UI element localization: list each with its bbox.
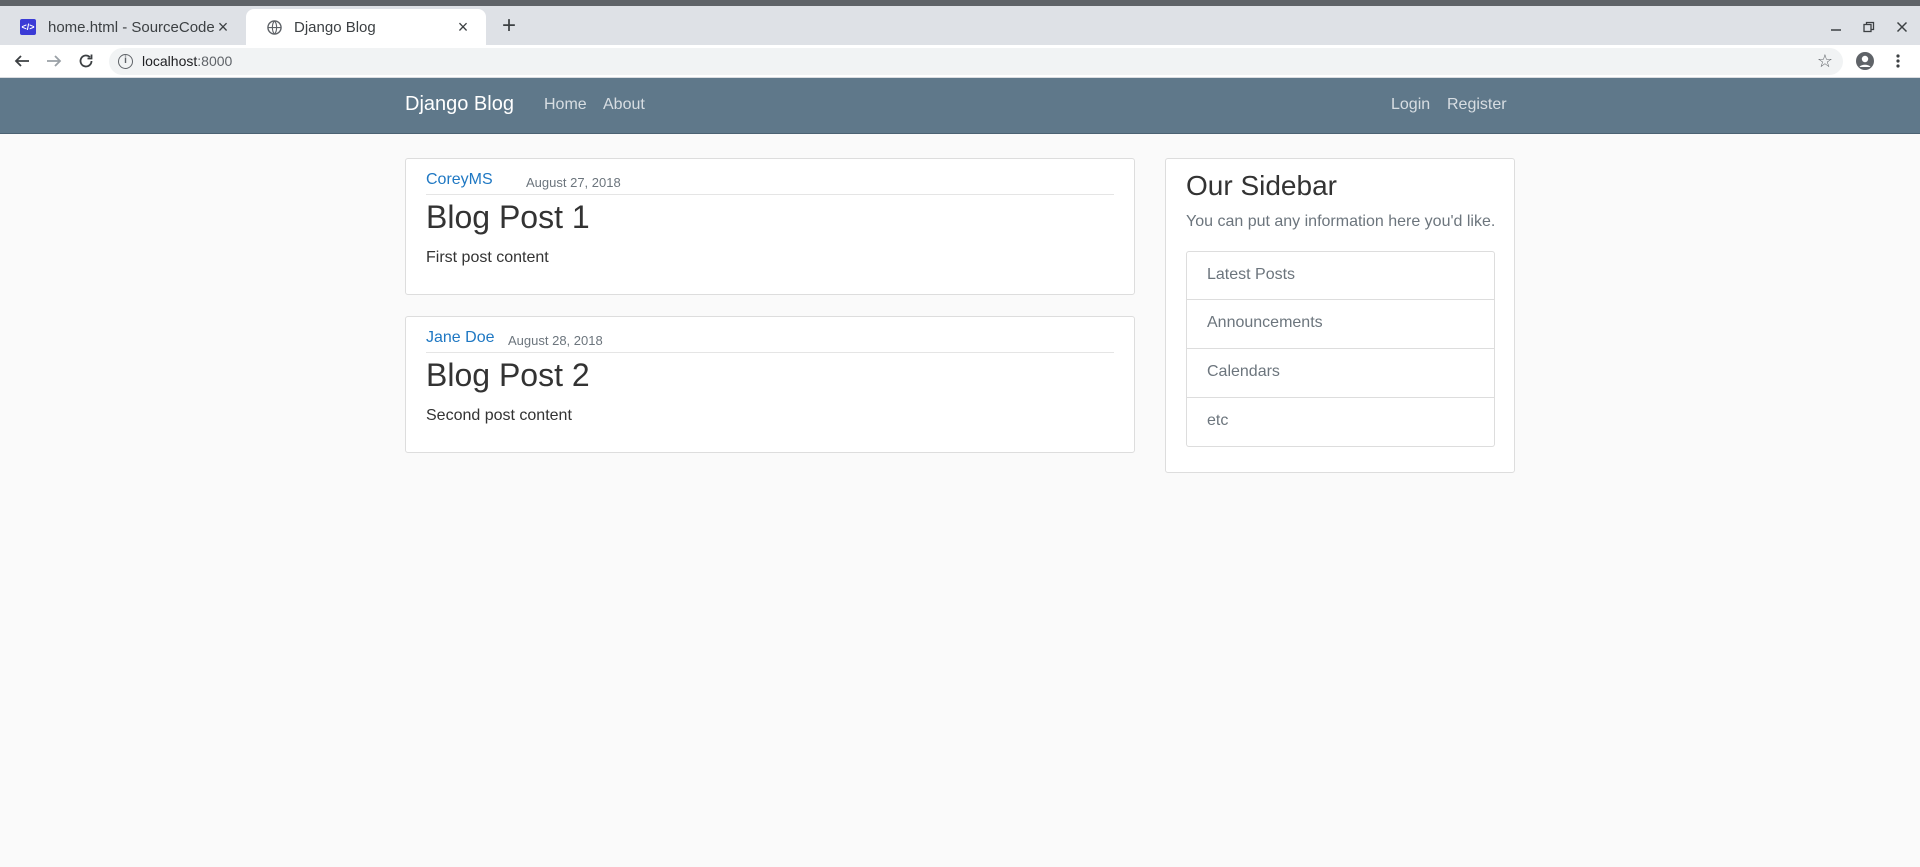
tab-title: Django Blog [294,18,376,36]
sidebar-description: You can put any information here you'd l… [1186,213,1496,230]
browser-tab-strip: </> home.html - SourceCode × Django Blog… [0,0,1920,45]
url-host: localhost [142,53,198,69]
post-date: August 28, 2018 [508,333,603,348]
globe-icon [266,19,282,35]
sidebar: Our Sidebar You can put any information … [1165,158,1515,473]
forward-arrow-icon[interactable] [42,49,66,73]
sidebar-item-etc[interactable]: etc [1186,398,1495,447]
tab-title: home.html - SourceCode [48,18,214,36]
post-content: First post content [426,249,549,266]
info-icon[interactable]: i [118,54,133,69]
menu-icon[interactable] [1886,49,1910,73]
nav-link-register[interactable]: Register [1447,96,1507,114]
nav-link-about[interactable]: About [603,96,645,114]
back-arrow-icon[interactable] [10,49,34,73]
nav-link-login[interactable]: Login [1391,96,1430,114]
nav-link-home[interactable]: Home [544,96,587,114]
account-icon[interactable] [1853,49,1877,73]
post-meta: Jane Doe August 28, 2018 [426,329,1114,353]
sidebar-item-announcements[interactable]: Announcements [1186,300,1495,349]
sidebar-title: Our Sidebar [1186,170,1337,201]
post-card: CoreyMS August 27, 2018 Blog Post 1 Firs… [405,158,1135,295]
sidebar-item-latest-posts[interactable]: Latest Posts [1186,251,1495,300]
sidebar-list: Latest Posts Announcements Calendars etc [1186,251,1495,447]
site-navbar: Django Blog Home About Login Register [0,78,1920,134]
post-card: Jane Doe August 28, 2018 Blog Post 2 Sec… [405,316,1135,453]
post-author-link[interactable]: Jane Doe [426,329,495,347]
post-content: Second post content [426,407,572,424]
new-tab-button[interactable]: + [498,14,520,38]
url-text: localhost:8000 [142,53,232,69]
brand-link[interactable]: Django Blog [405,93,514,116]
reload-icon[interactable] [74,49,98,73]
browser-tab-sourcecode[interactable]: </> home.html - SourceCode × [0,9,246,45]
browser-tab-django-blog[interactable]: Django Blog × [246,9,486,45]
close-window-icon[interactable] [1892,18,1912,38]
sidebar-item-calendars[interactable]: Calendars [1186,349,1495,398]
minimize-icon[interactable] [1826,18,1846,38]
post-title[interactable]: Blog Post 1 [426,199,590,236]
star-icon[interactable]: ☆ [1817,51,1833,72]
post-author-link[interactable]: CoreyMS [426,171,493,189]
url-port: :8000 [197,53,233,69]
close-tab-icon[interactable]: × [214,18,232,36]
address-bar[interactable]: i localhost:8000 ☆ [109,48,1843,75]
post-title[interactable]: Blog Post 2 [426,357,590,394]
post-meta: CoreyMS August 27, 2018 [426,171,1114,195]
browser-toolbar: i localhost:8000 ☆ [0,45,1920,78]
post-date: August 27, 2018 [526,175,621,190]
code-editor-icon: </> [20,19,36,35]
restore-window-icon[interactable] [1859,18,1879,38]
close-tab-icon[interactable]: × [454,18,472,36]
